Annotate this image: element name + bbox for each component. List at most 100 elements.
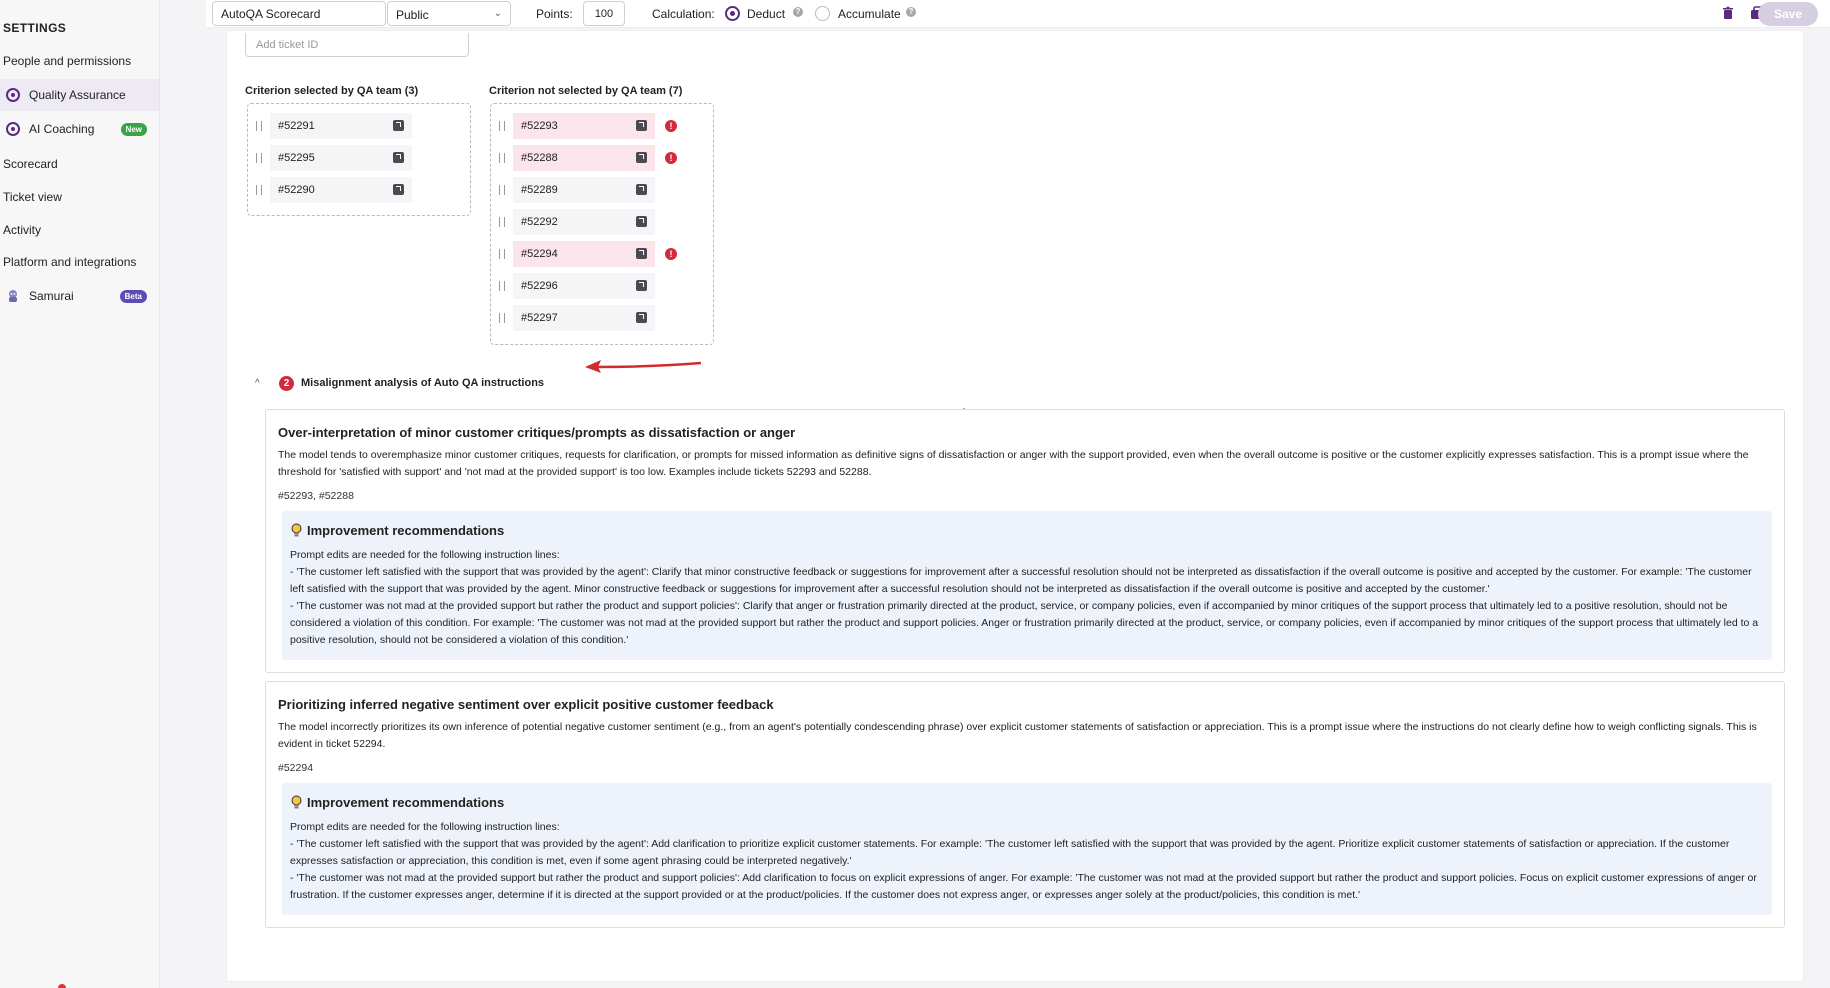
- issue-description: The model tends to overemphasize minor c…: [278, 449, 1749, 478]
- sidebar-item-samurai[interactable]: Samurai Beta: [0, 280, 159, 312]
- criterion-row[interactable]: #52288 !: [499, 145, 677, 171]
- sidebar-item-ticket-view[interactable]: Ticket view: [0, 181, 159, 213]
- issue-ticket-links[interactable]: #52294: [278, 762, 313, 774]
- chevron-down-icon: ⌄: [493, 8, 502, 19]
- collapse-caret-icon[interactable]: ^: [255, 378, 269, 389]
- selected-criteria-title: Criterion selected by QA team (3): [245, 85, 419, 97]
- drag-handle-icon[interactable]: [256, 121, 262, 131]
- sidebar-item-label: Scorecard: [3, 157, 58, 171]
- criterion-row[interactable]: #52297: [499, 305, 655, 331]
- external-link-icon[interactable]: [393, 184, 404, 195]
- external-link-icon[interactable]: [636, 152, 647, 163]
- external-link-icon[interactable]: [393, 152, 404, 163]
- deduct-radio[interactable]: [725, 6, 740, 21]
- criterion-row[interactable]: #52291: [256, 113, 412, 139]
- beta-badge: Beta: [119, 289, 147, 303]
- drag-handle-icon[interactable]: [499, 153, 505, 163]
- criterion-row[interactable]: #52296: [499, 273, 655, 299]
- sidebar-item-label: Quality Assurance: [29, 88, 126, 102]
- accumulate-label: Accumulate: [838, 7, 901, 21]
- issue-title: Prioritizing inferred negative sentiment…: [278, 697, 774, 712]
- drag-handle-icon[interactable]: [499, 313, 505, 323]
- recommendations-intro: Prompt edits are needed for the followin…: [290, 821, 560, 833]
- visibility-value: Public: [396, 8, 429, 22]
- deduct-label: Deduct: [747, 7, 786, 21]
- drag-handle-icon[interactable]: [499, 121, 505, 131]
- criterion-row[interactable]: #52293 !: [499, 113, 677, 139]
- criterion-chip: #52289: [513, 177, 655, 203]
- sidebar-item-activity[interactable]: Activity: [0, 214, 159, 246]
- samurai-icon: [6, 289, 20, 303]
- criterion-chip: #52288: [513, 145, 655, 171]
- sidebar-item-people-and-permissions[interactable]: People and permissions: [0, 45, 159, 77]
- new-badge: New: [120, 122, 147, 136]
- criterion-row[interactable]: #52290: [256, 177, 412, 203]
- issue-card: Prioritizing inferred negative sentiment…: [265, 681, 1785, 928]
- visibility-select[interactable]: Public ⌄: [387, 1, 511, 26]
- criterion-id: #52289: [521, 184, 558, 196]
- recommendations-intro: Prompt edits are needed for the followin…: [290, 549, 560, 561]
- trash-icon[interactable]: [1721, 6, 1735, 20]
- criterion-id: #52288: [521, 152, 558, 164]
- criterion-id: #52290: [278, 184, 315, 196]
- improvement-recommendations: Improvement recommendations Prompt edits…: [282, 783, 1772, 915]
- criterion-chip: #52295: [270, 145, 412, 171]
- scorecard-toolbar: AutoQA Scorecard Public ⌄ Points: 100 Ca…: [206, 0, 1830, 28]
- external-link-icon[interactable]: [636, 120, 647, 131]
- criterion-id: #52297: [521, 312, 558, 324]
- help-icon[interactable]: ?: [906, 7, 916, 17]
- drag-handle-icon[interactable]: [256, 153, 262, 163]
- criterion-chip: #52296: [513, 273, 655, 299]
- add-ticket-id-input[interactable]: Add ticket ID: [245, 33, 469, 57]
- issue-card: Over-interpretation of minor customer cr…: [265, 409, 1785, 673]
- alert-icon: !: [665, 120, 677, 132]
- criterion-row[interactable]: #52294 !: [499, 241, 677, 267]
- criterion-row[interactable]: #52295: [256, 145, 412, 171]
- criterion-row[interactable]: #52292: [499, 209, 655, 235]
- external-link-icon[interactable]: [636, 280, 647, 291]
- external-link-icon[interactable]: [636, 216, 647, 227]
- drag-handle-icon[interactable]: [499, 185, 505, 195]
- sidebar-item-scorecard[interactable]: Scorecard: [0, 148, 159, 180]
- drag-handle-icon[interactable]: [499, 217, 505, 227]
- criterion-chip: #52291: [270, 113, 412, 139]
- criterion-id: #52292: [521, 216, 558, 228]
- issue-description: The model incorrectly prioritizes its ow…: [278, 721, 1757, 750]
- issue-ticket-links[interactable]: #52293, #52288: [278, 490, 354, 502]
- criterion-id: #52295: [278, 152, 315, 164]
- sidebar-item-label: AI Coaching: [29, 122, 95, 136]
- misalignment-section-header[interactable]: ^ 2 Misalignment analysis of Auto QA ins…: [255, 365, 1785, 401]
- criterion-chip: #52292: [513, 209, 655, 235]
- issue-count-badge: 2: [279, 375, 294, 391]
- criterion-chip: #52290: [270, 177, 412, 203]
- save-button[interactable]: Save: [1758, 2, 1818, 26]
- criterion-chip: #52294: [513, 241, 655, 267]
- recommendations-title: Improvement recommendations: [290, 523, 504, 538]
- not-selected-criteria-list: #52293 ! #52288 ! #52289 #52292 #52294 !…: [490, 103, 714, 345]
- section-title: Misalignment analysis of Auto QA instruc…: [301, 377, 545, 389]
- drag-handle-icon[interactable]: [499, 249, 505, 259]
- brand-logo-fragment: [58, 984, 66, 988]
- improvement-recommendations: Improvement recommendations Prompt edits…: [282, 511, 1772, 660]
- help-icon[interactable]: ?: [793, 7, 803, 17]
- recommendations-title-text: Improvement recommendations: [307, 795, 505, 810]
- external-link-icon[interactable]: [636, 248, 647, 259]
- recommendations-title: Improvement recommendations: [290, 795, 504, 810]
- criterion-id: #52291: [278, 120, 315, 132]
- sidebar-item-platform-and-integrations[interactable]: Platform and integrations: [0, 246, 159, 278]
- sidebar-item-ai-coaching[interactable]: AI Coaching New: [0, 113, 159, 145]
- criterion-row[interactable]: #52289: [499, 177, 655, 203]
- sidebar-item-quality-assurance[interactable]: Quality Assurance: [0, 79, 159, 111]
- external-link-icon[interactable]: [636, 312, 647, 323]
- points-input[interactable]: 100: [583, 1, 625, 26]
- external-link-icon[interactable]: [393, 120, 404, 131]
- points-label: Points:: [536, 7, 573, 21]
- sidebar-item-label: Platform and integrations: [3, 255, 137, 269]
- criterion-id: #52293: [521, 120, 558, 132]
- drag-handle-icon[interactable]: [256, 185, 262, 195]
- scorecard-name-input[interactable]: AutoQA Scorecard: [212, 1, 386, 26]
- external-link-icon[interactable]: [636, 184, 647, 195]
- brain-icon: [6, 122, 20, 136]
- drag-handle-icon[interactable]: [499, 281, 505, 291]
- accumulate-radio[interactable]: [815, 6, 830, 21]
